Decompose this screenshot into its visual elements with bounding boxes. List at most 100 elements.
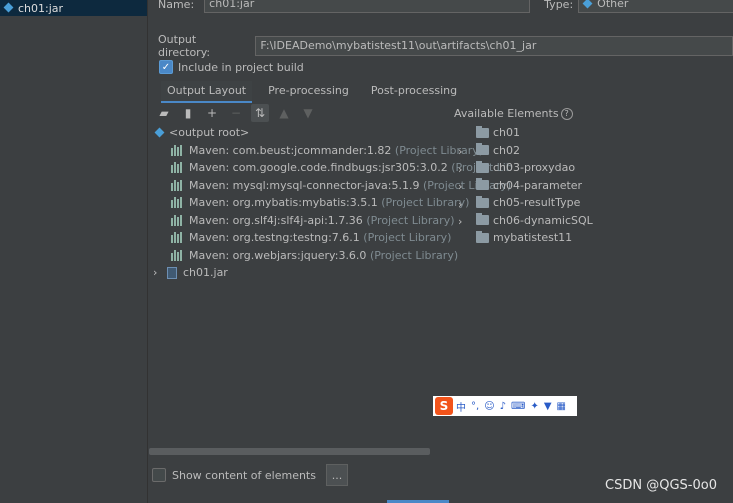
name-label: Name: [158, 0, 195, 11]
tree-jar-item[interactable]: › ch01.jar [149, 264, 513, 282]
module-name: ch02 [493, 143, 521, 157]
include-row: ✓ Include in project build [159, 60, 304, 74]
chevron-right-icon[interactable]: › [458, 215, 462, 233]
sort-icon[interactable]: ⇅ [251, 104, 269, 122]
type-select[interactable]: Other [578, 0, 733, 13]
tab-pre-processing[interactable]: Pre-processing [262, 81, 355, 103]
chevron-right-icon[interactable]: › [458, 163, 462, 181]
module-name: ch06-dynamicSQL [493, 213, 593, 227]
mic-icon[interactable]: ♪ [500, 401, 506, 412]
artifact-item[interactable]: ch01:jar [0, 0, 147, 16]
available-elements-list: ch01 ch02 ch03-proxydao ch04-parameter c… [476, 124, 593, 247]
output-dir-field[interactable]: F:\IDEADemo\mybatistest11\out\artifacts\… [255, 36, 733, 56]
emoji-icon[interactable]: ☺ [484, 401, 494, 412]
move-up-icon[interactable]: ▲ [275, 104, 293, 122]
keyboard-icon[interactable]: ⌨ [511, 401, 525, 412]
available-elements-label: Available Elements [454, 107, 559, 120]
output-root-icon [155, 128, 165, 138]
tab-output-layout[interactable]: Output Layout [161, 81, 253, 103]
library-icon [171, 162, 183, 174]
new-folder-icon[interactable]: ▰ [155, 104, 173, 122]
available-elements-header: Available Elements ? [454, 107, 573, 120]
module-folder-icon [476, 125, 489, 138]
move-down-icon[interactable]: ▼ [299, 104, 317, 122]
module-folder-icon [476, 143, 489, 156]
sogou-logo[interactable]: S [435, 397, 453, 415]
module-folder-icon [476, 195, 489, 208]
list-item[interactable]: ch02 [476, 142, 593, 160]
library-name: Maven: com.beust:jcommander:1.82 [189, 143, 392, 157]
tree-root[interactable]: <output root> [149, 124, 513, 142]
ime-lang[interactable]: 中 [456, 399, 466, 414]
library-name: Maven: mysql:mysql-connector-java:5.1.9 [189, 178, 420, 192]
show-content-row: Show content of elements ... [152, 464, 348, 486]
module-folder-icon [476, 178, 489, 191]
chevron-right-icon[interactable]: › [458, 180, 462, 198]
library-icon [171, 144, 183, 156]
library-icon [171, 179, 183, 191]
chevron-right-icon[interactable]: › [458, 145, 462, 163]
library-icon [171, 232, 183, 244]
show-content-label: Show content of elements [172, 468, 316, 482]
list-item[interactable]: mybatistest11 [476, 229, 593, 247]
horizontal-scrollbar[interactable] [149, 448, 430, 455]
include-checkbox[interactable]: ✓ [159, 60, 173, 74]
show-content-checkbox[interactable] [152, 468, 166, 482]
list-item[interactable]: ch03-proxydao [476, 159, 593, 177]
name-field[interactable]: ch01:jar [204, 0, 531, 13]
library-name: Maven: com.google.code.findbugs:jsr305:3… [189, 161, 448, 175]
library-name: Maven: org.webjars:jquery:3.6.0 [189, 248, 367, 262]
module-folder-icon [476, 213, 489, 226]
library-name: Maven: org.mybatis:mybatis:3.5.1 [189, 196, 378, 210]
ellipsis-button[interactable]: ... [325, 464, 348, 486]
output-dir-label: Output directory: [158, 33, 211, 59]
library-suffix: (Project Library) [394, 143, 484, 157]
module-name: ch04-parameter [493, 178, 583, 192]
module-name: ch05-resultType [493, 196, 581, 210]
library-icon [171, 249, 183, 261]
library-icon [171, 214, 183, 226]
artifact-settings-panel: Name: ch01:jar Type: Other Output direct… [149, 0, 733, 503]
library-suffix: (Project Library) [363, 231, 452, 245]
library-suffix: (Project Library) [366, 213, 455, 227]
chevron-right-icon[interactable]: › [458, 198, 462, 216]
toolbox-icon[interactable]: ✦ [530, 401, 538, 412]
list-item[interactable]: ch05-resultType [476, 194, 593, 212]
include-label: Include in project build [178, 60, 304, 74]
skin-icon[interactable]: ▼ [544, 401, 552, 412]
tab-post-processing[interactable]: Post-processing [365, 81, 463, 103]
grid-icon[interactable]: ▦ [557, 401, 566, 412]
module-name: mybatistest11 [493, 231, 573, 245]
add-icon[interactable]: + [203, 104, 221, 122]
library-icon [171, 197, 183, 209]
chevron-right-icon[interactable]: › [153, 266, 167, 279]
archive-icon[interactable]: ▮ [179, 104, 197, 122]
punctuation-icon[interactable]: °, [471, 401, 479, 412]
library-suffix: (Project Library) [381, 196, 470, 210]
module-folder-icon [476, 230, 489, 243]
expand-arrows: › › › › › [458, 145, 462, 233]
help-icon[interactable]: ? [560, 107, 573, 120]
list-item[interactable]: Maven: org.webjars:jquery:3.6.0 (Project… [149, 247, 513, 265]
library-name: Maven: org.testng:testng:7.6.1 [189, 231, 360, 245]
artifact-item-label: ch01:jar [18, 1, 64, 15]
name-row: Name: ch01:jar Type: Other [158, 0, 733, 13]
library-suffix: (Project Library) [369, 248, 459, 262]
list-item[interactable]: ch06-dynamicSQL [476, 212, 593, 230]
tree-root-label: <output root> [169, 126, 250, 140]
other-type-icon [583, 0, 593, 9]
list-item[interactable]: ch01 [476, 124, 593, 142]
tab-bar: Output Layout Pre-processing Post-proces… [161, 81, 473, 103]
module-name: ch01 [493, 126, 521, 140]
artifact-icon [4, 3, 14, 13]
remove-icon[interactable]: − [227, 104, 245, 122]
module-name: ch03-proxydao [493, 161, 576, 175]
artifact-list: ch01:jar [0, 0, 148, 503]
library-name: Maven: org.slf4j:slf4j-api:1.7.36 [189, 213, 363, 227]
type-label: Type: [544, 0, 574, 11]
jar-icon [167, 266, 177, 279]
list-item[interactable]: ch04-parameter [476, 177, 593, 195]
watermark: CSDN @QGS-0o0 [605, 478, 717, 493]
jar-label: ch01.jar [183, 266, 228, 280]
type-value: Other [597, 0, 629, 10]
